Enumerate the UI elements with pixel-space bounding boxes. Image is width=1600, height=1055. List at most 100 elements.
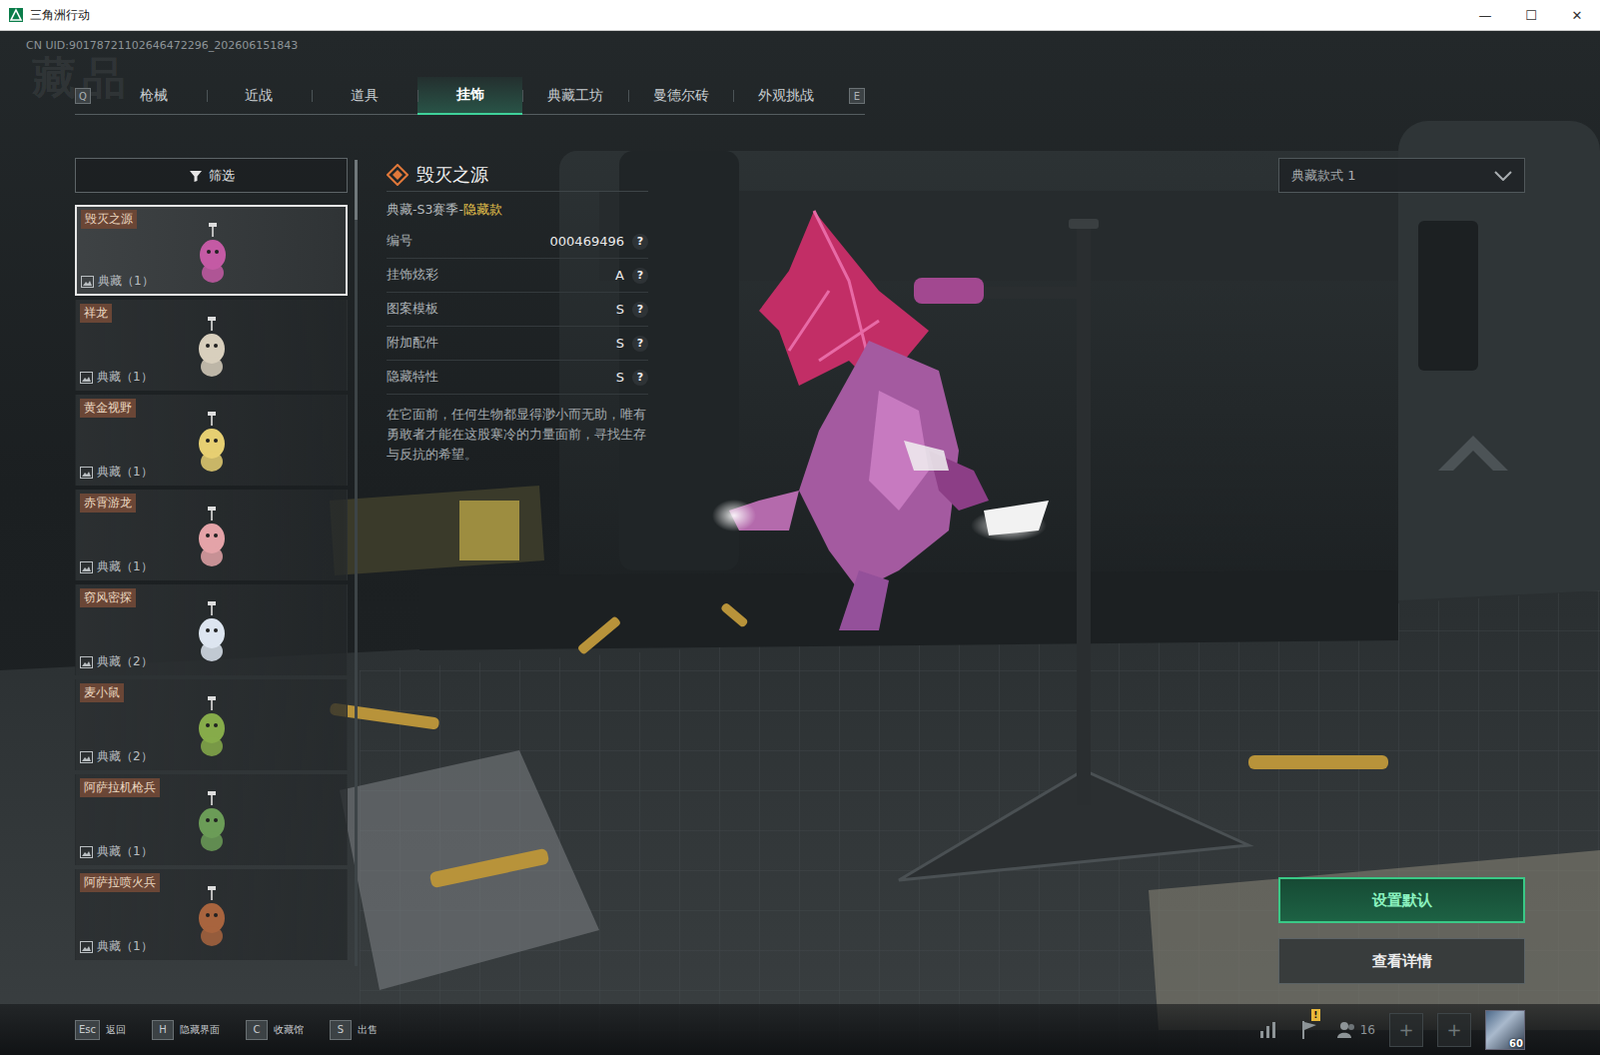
- close-button[interactable]: ✕: [1554, 7, 1600, 23]
- add-teammate-button[interactable]: +: [1389, 1012, 1424, 1047]
- charm-name[interactable]: 麦小鼠: [79, 683, 124, 703]
- tab-label[interactable]: 道具: [350, 86, 379, 105]
- hotkey-label[interactable]: 返回: [105, 1022, 126, 1037]
- category-tab[interactable]: 典藏工坊: [522, 76, 629, 115]
- charm-title: 毁灭之源: [416, 162, 489, 187]
- hotkey-hint[interactable]: S 出售: [329, 1019, 378, 1040]
- collection-tag-icon: [79, 845, 93, 858]
- notification-badge: !: [1311, 1008, 1321, 1021]
- rarity-diamond-icon: [386, 163, 409, 186]
- help-button[interactable]: ?: [632, 335, 649, 352]
- category-tab[interactable]: 外观挑战: [733, 76, 839, 115]
- charm-thumbnail-icon: [183, 599, 240, 666]
- style-dropdown[interactable]: 典藏款式 1: [1278, 157, 1526, 193]
- category-tab[interactable]: 曼德尔砖: [628, 76, 735, 115]
- charm-name[interactable]: 阿萨拉喷火兵: [79, 872, 160, 892]
- charm-item[interactable]: 毁灭之源典藏（1）: [74, 204, 348, 296]
- set-default-button[interactable]: 设置默认: [1278, 876, 1526, 923]
- filter-icon: [188, 168, 203, 183]
- tab-label[interactable]: 近战: [244, 86, 273, 105]
- category-tab[interactable]: 枪械: [100, 76, 207, 115]
- hotkey-hint[interactable]: Esc 返回: [74, 1019, 126, 1040]
- attribute-label: 挂饰炫彩: [386, 266, 616, 284]
- charm-item[interactable]: 阿萨拉机枪兵典藏（1）: [74, 774, 348, 865]
- charm-item[interactable]: 黄金视野典藏（1）: [74, 394, 348, 486]
- friends-button[interactable]: 16: [1336, 1020, 1376, 1039]
- style-value[interactable]: 典藏款式 1: [1291, 166, 1495, 185]
- player-level: 60: [1509, 1037, 1524, 1049]
- hotkey-label[interactable]: 出售: [357, 1022, 378, 1037]
- collection-tag-icon: [79, 940, 93, 953]
- add-teammate-button[interactable]: +: [1437, 1012, 1472, 1047]
- mission-button[interactable]: !: [1296, 1016, 1323, 1043]
- charm-detail-panel: 毁灭之源典藏-S3赛季-隐藏款编号000469496?挂饰炫彩A?图案模板S?附…: [386, 157, 649, 986]
- hotkey-label[interactable]: 隐藏界面: [179, 1022, 220, 1037]
- user-id-label: CN UID:90178721102646472296_202606151843: [0, 30, 1600, 55]
- category-tab[interactable]: 道具: [311, 76, 418, 115]
- help-button[interactable]: ?: [632, 267, 649, 284]
- charm-item[interactable]: 阿萨拉喷火兵典藏（1）: [74, 868, 348, 960]
- attribute-label: 隐藏特性: [386, 368, 617, 386]
- help-button[interactable]: ?: [632, 233, 649, 250]
- tab-label[interactable]: 枪械: [139, 86, 168, 105]
- app-logo-icon: [7, 6, 24, 23]
- filter-label[interactable]: 筛选: [208, 166, 235, 185]
- charm-item[interactable]: 赤霄游龙典藏（1）: [74, 489, 348, 581]
- hotkey-label[interactable]: 收藏馆: [273, 1022, 304, 1037]
- hotkey-key[interactable]: C: [245, 1019, 268, 1040]
- hotkey-key[interactable]: H: [151, 1019, 174, 1040]
- player-avatar[interactable]: 60: [1485, 1009, 1526, 1050]
- hotkey-hint[interactable]: C 收藏馆: [245, 1019, 304, 1040]
- help-button[interactable]: ?: [632, 369, 649, 386]
- attribute-value: 000469496: [550, 233, 625, 249]
- tab-label[interactable]: 外观挑战: [758, 86, 814, 105]
- category-tab[interactable]: 挂饰: [417, 76, 524, 115]
- chevron-down-icon: [1494, 170, 1513, 181]
- hotkey-key[interactable]: S: [329, 1019, 352, 1040]
- attribute-row: 编号000469496?: [386, 224, 649, 259]
- charm-name[interactable]: 祥龙: [79, 303, 112, 323]
- attribute-label: 附加配件: [386, 334, 617, 352]
- charm-item[interactable]: 祥龙典藏（1）: [74, 299, 348, 391]
- window-title: 三角洲行动: [29, 6, 1463, 24]
- tab-label[interactable]: 曼德尔砖: [653, 86, 710, 105]
- button-label[interactable]: 设置默认: [1372, 890, 1433, 910]
- charm-thumbnail-icon: [183, 789, 240, 855]
- tab-label[interactable]: 典藏工坊: [547, 86, 604, 105]
- help-button[interactable]: ?: [632, 301, 649, 318]
- next-tab-key[interactable]: E: [848, 87, 865, 104]
- collection-count: 典藏（1）: [96, 368, 153, 386]
- stats-button[interactable]: [1256, 1016, 1283, 1043]
- collection-tag-icon: [79, 466, 93, 479]
- hotkey-key[interactable]: Esc: [74, 1019, 100, 1040]
- view-details-button[interactable]: 查看详情: [1278, 937, 1526, 984]
- charm-name[interactable]: 阿萨拉机枪兵: [79, 778, 160, 798]
- list-scrollbar[interactable]: [354, 159, 358, 966]
- charm-name[interactable]: 窃风密探: [79, 588, 136, 608]
- collection-count: 典藏（1）: [96, 463, 153, 481]
- charm-name[interactable]: 赤霄游龙: [79, 493, 136, 513]
- hotkey-hint[interactable]: H 隐藏界面: [151, 1019, 220, 1040]
- attribute-label: 编号: [386, 232, 551, 250]
- attribute-row: 隐藏特性S?: [386, 360, 649, 395]
- filter-button[interactable]: 筛选: [74, 157, 348, 193]
- charm-thumbnail-icon: [183, 409, 240, 476]
- maximize-button[interactable]: ☐: [1508, 7, 1555, 23]
- attribute-row: 挂饰炫彩A?: [386, 258, 649, 293]
- charm-item[interactable]: 窃风密探典藏（2）: [74, 584, 348, 676]
- friends-count[interactable]: 16: [1360, 1022, 1376, 1037]
- prev-tab-key[interactable]: Q: [74, 87, 91, 104]
- collection-tag-icon: [79, 561, 93, 574]
- charm-item[interactable]: 麦小鼠典藏（2）: [74, 679, 348, 771]
- category-tab[interactable]: 近战: [206, 76, 313, 115]
- attribute-value: S: [616, 335, 625, 351]
- minimize-button[interactable]: —: [1462, 7, 1509, 23]
- charm-name[interactable]: 毁灭之源: [80, 209, 137, 229]
- attribute-value: S: [616, 301, 625, 317]
- tab-label[interactable]: 挂饰: [456, 85, 485, 104]
- button-label[interactable]: 查看详情: [1372, 951, 1433, 971]
- charm-name[interactable]: 黄金视野: [79, 398, 136, 418]
- charm-list: 毁灭之源典藏（1）祥龙典藏（1）黄金视野典藏（1）赤霄游龙典藏（1）窃风密探典藏…: [74, 204, 348, 986]
- attribute-row: 图案模板S?: [386, 292, 649, 327]
- collection-screen: 藏品CN UID:90178721102646472296_2026061518…: [0, 30, 1600, 1055]
